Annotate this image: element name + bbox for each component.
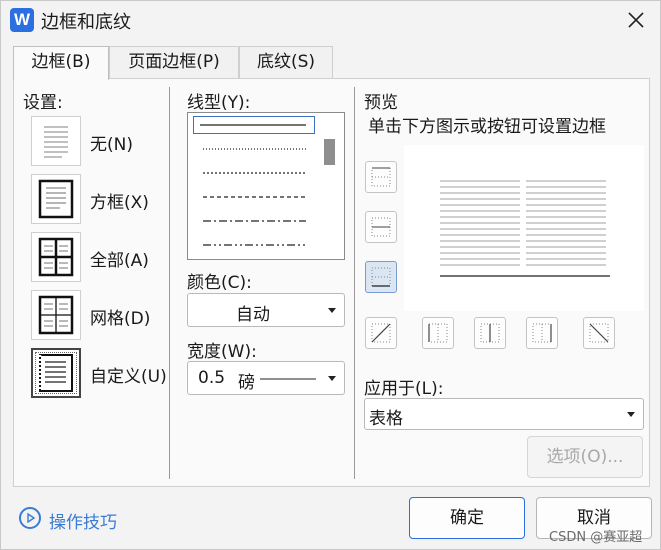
setting-all-button[interactable]	[31, 232, 81, 282]
tips-play-icon[interactable]	[19, 507, 41, 529]
chevron-down-icon	[328, 308, 336, 313]
setting-box-label: 方框(X)	[90, 193, 149, 213]
setting-none-button[interactable]	[31, 116, 81, 166]
border-preview-area[interactable]	[404, 145, 644, 311]
width-dropdown[interactable]: 0.5 磅	[187, 361, 345, 395]
column-divider-right	[354, 87, 355, 479]
apply-to-heading: 应用于(L):	[364, 379, 444, 399]
border-custom-icon	[38, 354, 73, 392]
borders-panel: 设置: 无(N) 方框(X) 全部(A) 网格(D) 自定义(U) 线型(Y):…	[13, 78, 650, 487]
preview-document	[440, 180, 610, 277]
width-heading: 宽度(W):	[187, 342, 257, 362]
border-inside-vertical-button[interactable]	[474, 317, 506, 349]
line-style-samples	[200, 124, 306, 246]
width-value: 0.5	[198, 368, 226, 388]
border-left-button[interactable]	[422, 317, 454, 349]
tab-shading[interactable]: 底纹(S)	[239, 46, 333, 79]
dialog-title: 边框和底纹	[41, 12, 131, 33]
border-inside-horizontal-icon	[371, 217, 391, 237]
setting-box-button[interactable]	[31, 174, 81, 224]
setting-custom-button[interactable]	[31, 348, 81, 398]
watermark: CSDN @赛亚超	[549, 530, 643, 545]
border-top-icon	[371, 167, 391, 187]
border-box-icon	[38, 179, 74, 219]
border-all-icon	[38, 237, 74, 277]
color-heading: 颜色(C):	[187, 273, 252, 293]
preview-hint: 单击下方图示或按钮可设置边框	[368, 117, 606, 137]
setting-custom-label: 自定义(U)	[90, 367, 167, 387]
setting-grid-label: 网格(D)	[90, 309, 151, 329]
border-right-button[interactable]	[526, 317, 558, 349]
width-line-sample	[260, 378, 316, 380]
setting-all-label: 全部(A)	[90, 251, 149, 271]
color-value: 自动	[236, 305, 270, 325]
column-divider-left	[169, 87, 170, 479]
wps-writer-icon: W	[10, 8, 34, 32]
settings-heading: 设置:	[23, 93, 63, 113]
close-button[interactable]	[621, 5, 651, 35]
border-grid-icon	[38, 295, 74, 335]
border-top-button[interactable]	[365, 161, 397, 193]
border-bottom-button[interactable]	[365, 261, 397, 293]
line-style-scrollbar[interactable]	[324, 139, 335, 165]
line-style-list[interactable]	[187, 112, 345, 260]
line-style-heading: 线型(Y):	[187, 93, 251, 113]
border-inside-horizontal-button[interactable]	[365, 211, 397, 243]
tab-borders[interactable]: 边框(B)	[13, 46, 109, 80]
border-diagonal-up-button[interactable]	[365, 317, 397, 349]
width-unit: 磅	[238, 373, 255, 393]
chevron-down-icon	[627, 412, 635, 417]
color-dropdown[interactable]: 自动	[187, 293, 345, 327]
border-bottom-icon	[371, 267, 391, 287]
border-diagonal-up-icon	[371, 323, 391, 343]
apply-to-value: 表格	[369, 409, 403, 429]
border-right-icon	[532, 323, 552, 343]
options-button[interactable]: 选项(O)...	[527, 436, 643, 478]
tab-page-borders[interactable]: 页面边框(P)	[109, 46, 239, 79]
border-inside-vertical-icon	[480, 323, 500, 343]
preview-heading: 预览	[364, 93, 398, 113]
ok-button[interactable]: 确定	[409, 497, 525, 539]
setting-grid-button[interactable]	[31, 290, 81, 340]
borders-shading-dialog: W 边框和底纹 边框(B) 页面边框(P) 底纹(S) 设置: 无(N) 方框(…	[0, 0, 661, 550]
close-icon	[628, 12, 644, 28]
apply-to-dropdown[interactable]: 表格	[364, 398, 644, 430]
border-none-icon	[44, 126, 68, 158]
title-bar: W 边框和底纹	[1, 1, 660, 39]
chevron-down-icon	[328, 376, 336, 381]
tips-link[interactable]: 操作技巧	[49, 508, 117, 533]
border-left-icon	[428, 323, 448, 343]
setting-none-label: 无(N)	[90, 135, 133, 155]
border-diagonal-down-button[interactable]	[583, 317, 615, 349]
border-diagonal-down-icon	[589, 323, 609, 343]
